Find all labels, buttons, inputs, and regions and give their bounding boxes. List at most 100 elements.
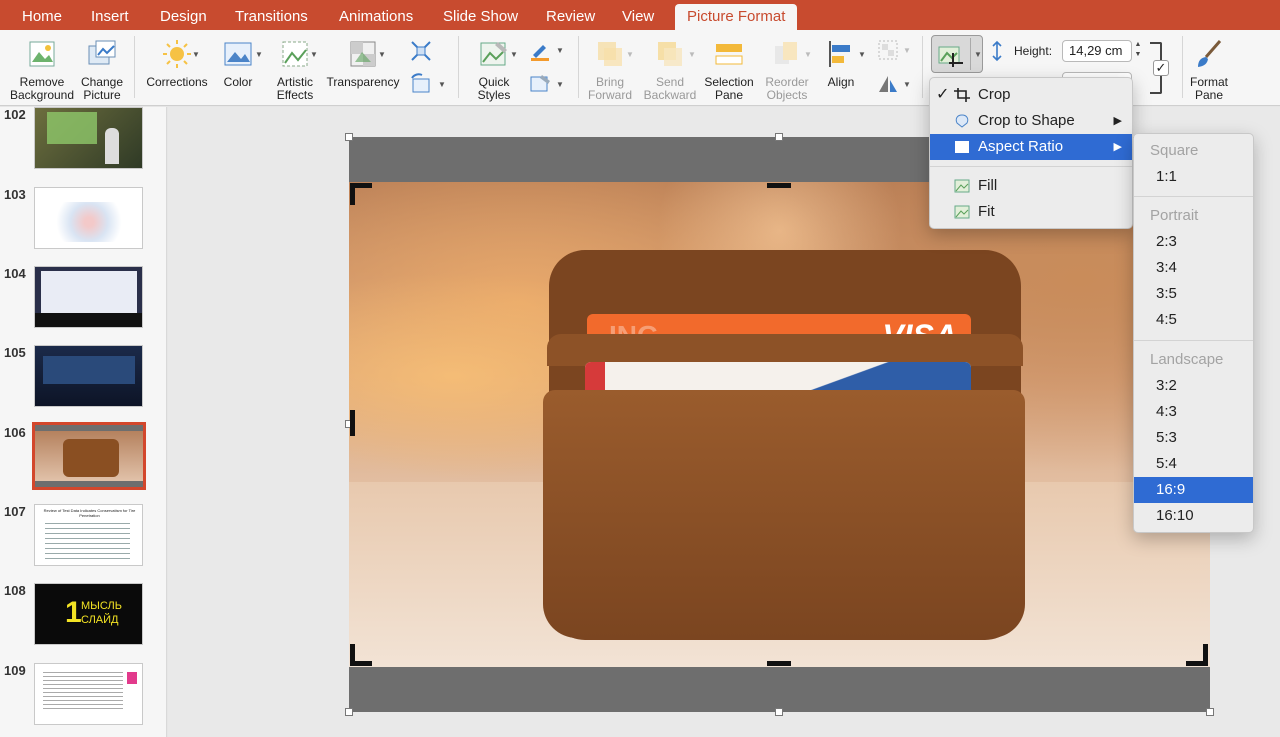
slide-number: 108	[4, 583, 26, 598]
height-stepper[interactable]: ▲ ▼	[1132, 40, 1144, 62]
aspect-option-3-4[interactable]: 3:4	[1134, 255, 1253, 281]
ribbon-separator	[1182, 36, 1183, 98]
wallet-front-pocket	[543, 390, 1025, 638]
chevron-down-icon: ▼	[804, 50, 812, 59]
chevron-down-icon[interactable]: ▼	[438, 80, 446, 89]
crop-handle-top[interactable]	[767, 183, 791, 188]
bullet-lines	[45, 523, 130, 561]
slide-number: 106	[4, 425, 26, 440]
menu-item-fill[interactable]: Fill	[930, 173, 1132, 199]
slide-screen-image	[47, 112, 97, 144]
aspect-option-4-3[interactable]: 4:3	[1134, 399, 1253, 425]
aspect-option-16-10[interactable]: 16:10	[1134, 503, 1253, 529]
artistic-effects-button[interactable]: Artistic Effects	[268, 34, 322, 104]
resize-handle[interactable]	[1206, 708, 1214, 716]
resize-handle[interactable]	[345, 133, 353, 141]
menu-item-aspect-ratio[interactable]: Aspect Ratio ▶	[930, 134, 1132, 160]
resize-handle[interactable]	[775, 708, 783, 716]
tab-view[interactable]: View	[622, 0, 654, 30]
crop-handle-left[interactable]	[350, 410, 355, 436]
remove-background-button[interactable]: Remove Background	[6, 34, 78, 104]
reset-picture-icon[interactable]	[408, 72, 434, 98]
slide-thumbnails-panel[interactable]: 102 103 104 105 106 107 Review of Test D…	[0, 107, 167, 737]
corrections-button[interactable]: Corrections	[142, 34, 212, 104]
color-button[interactable]: Color	[216, 34, 260, 104]
chevron-down-icon[interactable]: ▼	[310, 50, 318, 59]
change-picture-icon	[88, 40, 116, 65]
selection-pane-button[interactable]: Selection Pane	[700, 34, 758, 104]
tab-picture-format[interactable]: Picture Format	[675, 4, 798, 30]
crop-icon	[938, 46, 963, 67]
aspect-option-3-2[interactable]: 3:2	[1134, 373, 1253, 399]
transparency-button[interactable]: Transparency	[324, 34, 402, 104]
chevron-down-icon[interactable]: ▼	[556, 80, 564, 89]
aspect-option-2-3[interactable]: 2:3	[1134, 229, 1253, 255]
aspect-option-16-9[interactable]: 16:9	[1134, 477, 1253, 503]
tab-transitions[interactable]: Transitions	[235, 0, 308, 30]
slide-thumbnail-103[interactable]	[34, 187, 143, 249]
crop-handle-bottom[interactable]	[767, 661, 791, 666]
menu-item-crop-to-shape[interactable]: Crop to Shape ▶	[930, 108, 1132, 134]
slide-thumbnail-104[interactable]	[34, 266, 143, 328]
crop-handle-corner[interactable]	[350, 183, 355, 205]
crop-button[interactable]: ▼	[931, 35, 983, 73]
picture-effects-icon[interactable]	[528, 72, 552, 96]
reorder-objects-label-1: Reorder	[765, 75, 809, 89]
chevron-down-icon[interactable]: ▼	[255, 50, 263, 59]
reorder-objects-button[interactable]: Reorder Objects	[760, 34, 814, 104]
bring-forward-button[interactable]: Bring Forward	[584, 34, 636, 104]
stage-screen	[43, 356, 135, 384]
chevron-down-icon[interactable]: ▼	[974, 50, 982, 59]
chevron-down-icon[interactable]: ▼	[510, 50, 518, 59]
tab-slide-show[interactable]: Slide Show	[443, 0, 518, 30]
chevron-down-icon[interactable]: ▼	[903, 80, 911, 89]
crop-handle-corner[interactable]	[350, 644, 355, 666]
chevron-down-icon[interactable]: ▼	[192, 50, 200, 59]
slide-thumbnail-108[interactable]: 1 МЫСЛЬ СЛАЙД	[34, 583, 143, 645]
quick-styles-button[interactable]: Quick Styles	[466, 34, 522, 104]
crop-handle-corner[interactable]	[1203, 644, 1208, 666]
tab-animations[interactable]: Animations	[339, 0, 413, 30]
lock-aspect-checkbox[interactable]: ✓	[1153, 60, 1169, 76]
tab-design[interactable]: Design	[160, 0, 207, 30]
crop-dropdown-menu: ✓ Crop Crop to Shape ▶ Aspect Ratio ▶ Fi…	[929, 77, 1133, 229]
selection-pane-label-2: Pane	[714, 88, 744, 102]
chevron-down-icon[interactable]: ▼	[556, 46, 564, 55]
aspect-option-5-3[interactable]: 5:3	[1134, 425, 1253, 451]
tab-insert[interactable]: Insert	[91, 0, 129, 30]
aspect-option-4-5[interactable]: 4:5	[1134, 307, 1253, 333]
ribbon-separator	[458, 36, 459, 98]
resize-handle[interactable]	[775, 133, 783, 141]
menu-item-crop[interactable]: ✓ Crop	[930, 82, 1132, 108]
tab-review[interactable]: Review	[546, 0, 595, 30]
aspect-option-5-4[interactable]: 5:4	[1134, 451, 1253, 477]
slide-thumbnail-102[interactable]	[34, 107, 143, 169]
tab-home[interactable]: Home	[22, 0, 62, 30]
chevron-down-icon[interactable]: ▼	[378, 50, 386, 59]
menu-item-fit[interactable]: Fit	[930, 199, 1132, 225]
format-pane-button[interactable]: Format Pane	[1186, 34, 1232, 104]
slide-thumbnail-107[interactable]: Review of Test Data Indicates Conservati…	[34, 504, 143, 566]
send-backward-button[interactable]: Send Backward	[642, 34, 698, 104]
wallet-photo[interactable]: ING VISA	[349, 182, 1210, 667]
slide-number: 104	[4, 266, 26, 281]
crop-area-bottom	[35, 481, 143, 487]
chevron-down-icon[interactable]: ▼	[858, 50, 866, 59]
menu-separator	[1134, 196, 1253, 197]
remove-background-label-1: Remove	[19, 75, 65, 89]
slide-thumbnail-105[interactable]	[34, 345, 143, 407]
align-button[interactable]: Align	[818, 34, 864, 104]
aspect-option-1-1[interactable]: 1:1	[1134, 164, 1253, 190]
diagram-preview	[47, 202, 131, 242]
resize-handle[interactable]	[345, 708, 353, 716]
change-picture-button[interactable]: Change Picture	[78, 34, 126, 104]
compress-pictures-icon[interactable]	[408, 38, 434, 64]
rotate-icon[interactable]	[876, 72, 900, 96]
picture-border-icon[interactable]	[528, 38, 552, 62]
slide-thumbnail-106[interactable]	[32, 422, 146, 490]
aspect-option-3-5[interactable]: 3:5	[1134, 281, 1253, 307]
height-input[interactable]: 14,29 cm	[1062, 40, 1132, 62]
slide-thumbnail-109[interactable]	[34, 663, 143, 725]
align-label: Align	[827, 75, 855, 89]
wallet-thumbnail	[63, 439, 119, 477]
